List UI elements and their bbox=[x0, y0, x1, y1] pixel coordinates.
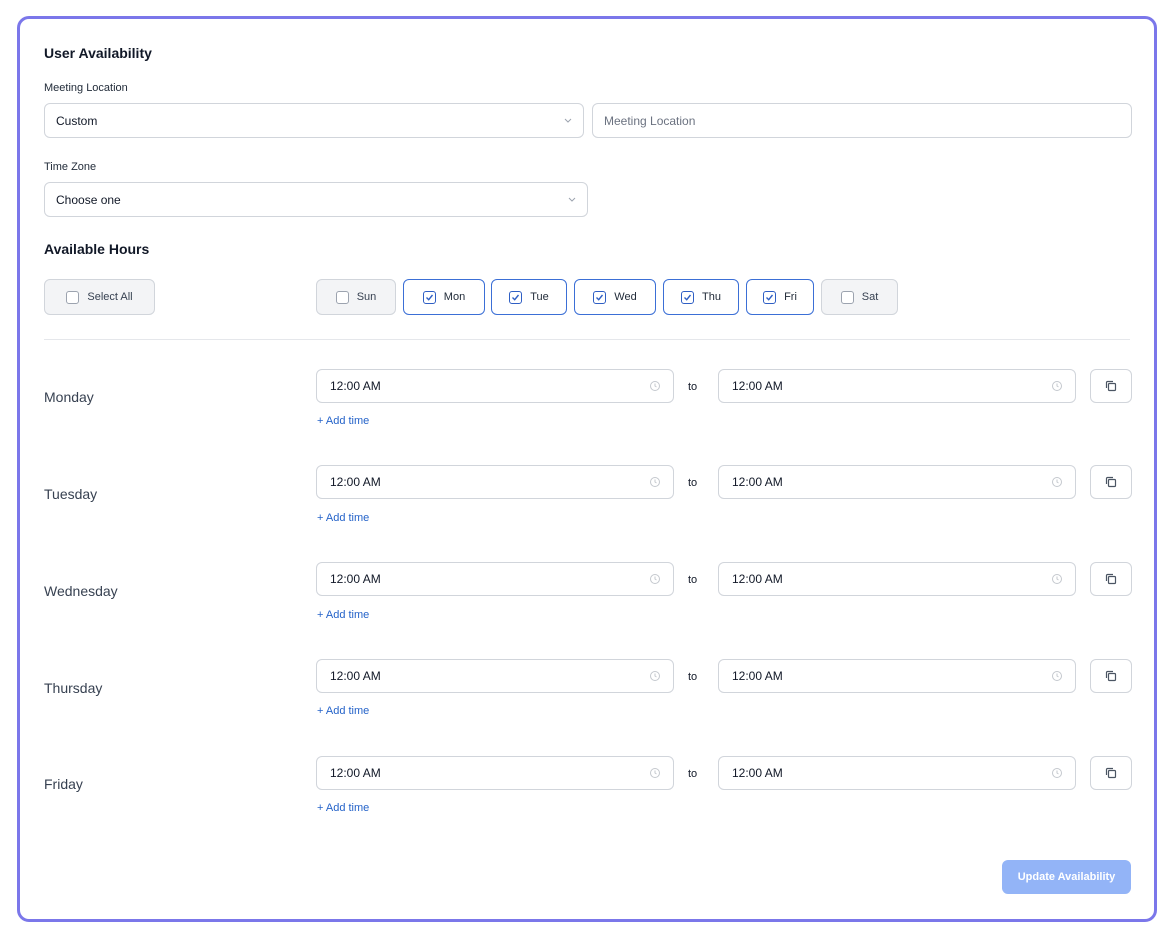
copy-icon bbox=[1105, 573, 1117, 585]
copy-icon bbox=[1105, 476, 1117, 488]
checkbox-box bbox=[840, 290, 854, 304]
day-toggle-label: Sat bbox=[861, 291, 879, 303]
checkbox-box bbox=[763, 290, 777, 304]
checkmark-icon bbox=[766, 294, 774, 301]
day-toggle-wed[interactable]: Wed bbox=[574, 279, 656, 315]
meeting-location-input[interactable]: Meeting Location bbox=[592, 103, 1132, 138]
copy-times-button-thursday[interactable] bbox=[1090, 659, 1132, 693]
end-time-value: 12:00 AM bbox=[732, 669, 783, 683]
start-time-value: 12:00 AM bbox=[330, 379, 381, 393]
start-time-value: 12:00 AM bbox=[330, 572, 381, 586]
checkmark-icon bbox=[596, 294, 604, 301]
add-time-link-friday[interactable]: + Add time bbox=[317, 802, 369, 814]
time-zone-value: Choose one bbox=[56, 192, 121, 207]
chevron-down-icon bbox=[568, 197, 576, 202]
time-range-separator: to bbox=[688, 768, 698, 780]
time-range-separator: to bbox=[688, 381, 698, 393]
day-toggle-label: Tue bbox=[530, 291, 549, 303]
clock-icon bbox=[650, 381, 660, 391]
end-time-input-tuesday[interactable]: 12:00 AM bbox=[718, 465, 1076, 499]
meeting-location-type-select[interactable]: Custom bbox=[44, 103, 584, 138]
add-time-link-monday[interactable]: + Add time bbox=[317, 415, 369, 427]
end-time-input-friday[interactable]: 12:00 AM bbox=[718, 756, 1076, 790]
start-time-value: 12:00 AM bbox=[330, 766, 381, 780]
day-toggle-label: Thu bbox=[702, 291, 721, 303]
clock-icon bbox=[1052, 477, 1062, 487]
add-time-link-thursday[interactable]: + Add time bbox=[317, 705, 369, 717]
chevron-down-icon bbox=[564, 118, 572, 123]
start-time-value: 12:00 AM bbox=[330, 475, 381, 489]
start-time-value: 12:00 AM bbox=[330, 669, 381, 683]
day-toggle-sat[interactable]: Sat bbox=[821, 279, 898, 315]
copy-times-button-monday[interactable] bbox=[1090, 369, 1132, 403]
start-time-input-monday[interactable]: 12:00 AM bbox=[316, 369, 674, 403]
select-all-label: Select All bbox=[87, 291, 133, 303]
clock-icon bbox=[1052, 381, 1062, 391]
end-time-value: 12:00 AM bbox=[732, 475, 783, 489]
day-row-label-monday: Monday bbox=[44, 389, 94, 405]
checkbox-box bbox=[681, 290, 695, 304]
day-toggle-label: Sun bbox=[356, 291, 377, 303]
day-row-label-friday: Friday bbox=[44, 776, 83, 792]
time-range-separator: to bbox=[688, 574, 698, 586]
copy-icon bbox=[1105, 767, 1117, 779]
time-range-separator: to bbox=[688, 477, 698, 489]
copy-times-button-wednesday[interactable] bbox=[1090, 562, 1132, 596]
day-toggle-label: Mon bbox=[443, 291, 466, 303]
time-zone-select[interactable]: Choose one bbox=[44, 182, 588, 217]
meeting-location-placeholder: Meeting Location bbox=[604, 113, 696, 128]
copy-icon bbox=[1105, 670, 1117, 682]
clock-icon bbox=[1052, 574, 1062, 584]
checkbox-box bbox=[509, 290, 523, 304]
time-zone-label: Time Zone bbox=[44, 161, 97, 173]
clock-icon bbox=[650, 477, 660, 487]
end-time-input-monday[interactable]: 12:00 AM bbox=[718, 369, 1076, 403]
checkmark-icon bbox=[425, 294, 433, 301]
availability-card: User Availability Meeting Location Custo… bbox=[17, 16, 1157, 922]
day-toggle-fri[interactable]: Fri bbox=[746, 279, 814, 315]
end-time-value: 12:00 AM bbox=[732, 766, 783, 780]
page-title: User Availability bbox=[44, 45, 152, 61]
clock-icon bbox=[650, 574, 660, 584]
checkmark-icon bbox=[684, 294, 692, 301]
day-row-label-tuesday: Tuesday bbox=[44, 486, 98, 502]
end-time-input-thursday[interactable]: 12:00 AM bbox=[718, 659, 1076, 693]
copy-icon bbox=[1105, 380, 1117, 392]
copy-times-button-friday[interactable] bbox=[1090, 756, 1132, 790]
day-toggle-sun[interactable]: Sun bbox=[316, 279, 396, 315]
copy-times-button-tuesday[interactable] bbox=[1090, 465, 1132, 499]
add-time-link-tuesday[interactable]: + Add time bbox=[317, 512, 369, 524]
day-toggle-thu[interactable]: Thu bbox=[663, 279, 739, 315]
add-time-link-wednesday[interactable]: + Add time bbox=[317, 609, 369, 621]
clock-icon bbox=[650, 671, 660, 681]
available-hours-title: Available Hours bbox=[44, 241, 150, 257]
time-range-separator: to bbox=[688, 671, 698, 683]
day-row-label-thursday: Thursday bbox=[44, 680, 103, 696]
section-divider bbox=[44, 339, 1130, 340]
day-toggle-label: Fri bbox=[784, 291, 797, 303]
update-availability-button[interactable]: Update Availability bbox=[1002, 860, 1131, 894]
day-toggle-mon[interactable]: Mon bbox=[403, 279, 485, 315]
day-toggle-tue[interactable]: Tue bbox=[491, 279, 567, 315]
start-time-input-tuesday[interactable]: 12:00 AM bbox=[316, 465, 674, 499]
end-time-value: 12:00 AM bbox=[732, 379, 783, 393]
clock-icon bbox=[1052, 768, 1062, 778]
end-time-value: 12:00 AM bbox=[732, 572, 783, 586]
checkbox-box bbox=[593, 290, 607, 304]
start-time-input-friday[interactable]: 12:00 AM bbox=[316, 756, 674, 790]
end-time-input-wednesday[interactable]: 12:00 AM bbox=[718, 562, 1076, 596]
checkbox-box bbox=[335, 290, 349, 304]
day-toggle-label: Wed bbox=[614, 291, 637, 303]
checkmark-icon bbox=[512, 294, 520, 301]
checkbox-box bbox=[422, 290, 436, 304]
select-all-checkbox[interactable]: Select All bbox=[44, 279, 155, 315]
meeting-location-label: Meeting Location bbox=[44, 82, 128, 94]
clock-icon bbox=[650, 768, 660, 778]
meeting-location-type-value: Custom bbox=[56, 113, 98, 128]
start-time-input-wednesday[interactable]: 12:00 AM bbox=[316, 562, 674, 596]
checkbox-box bbox=[66, 290, 80, 304]
start-time-input-thursday[interactable]: 12:00 AM bbox=[316, 659, 674, 693]
clock-icon bbox=[1052, 671, 1062, 681]
day-row-label-wednesday: Wednesday bbox=[44, 583, 118, 599]
